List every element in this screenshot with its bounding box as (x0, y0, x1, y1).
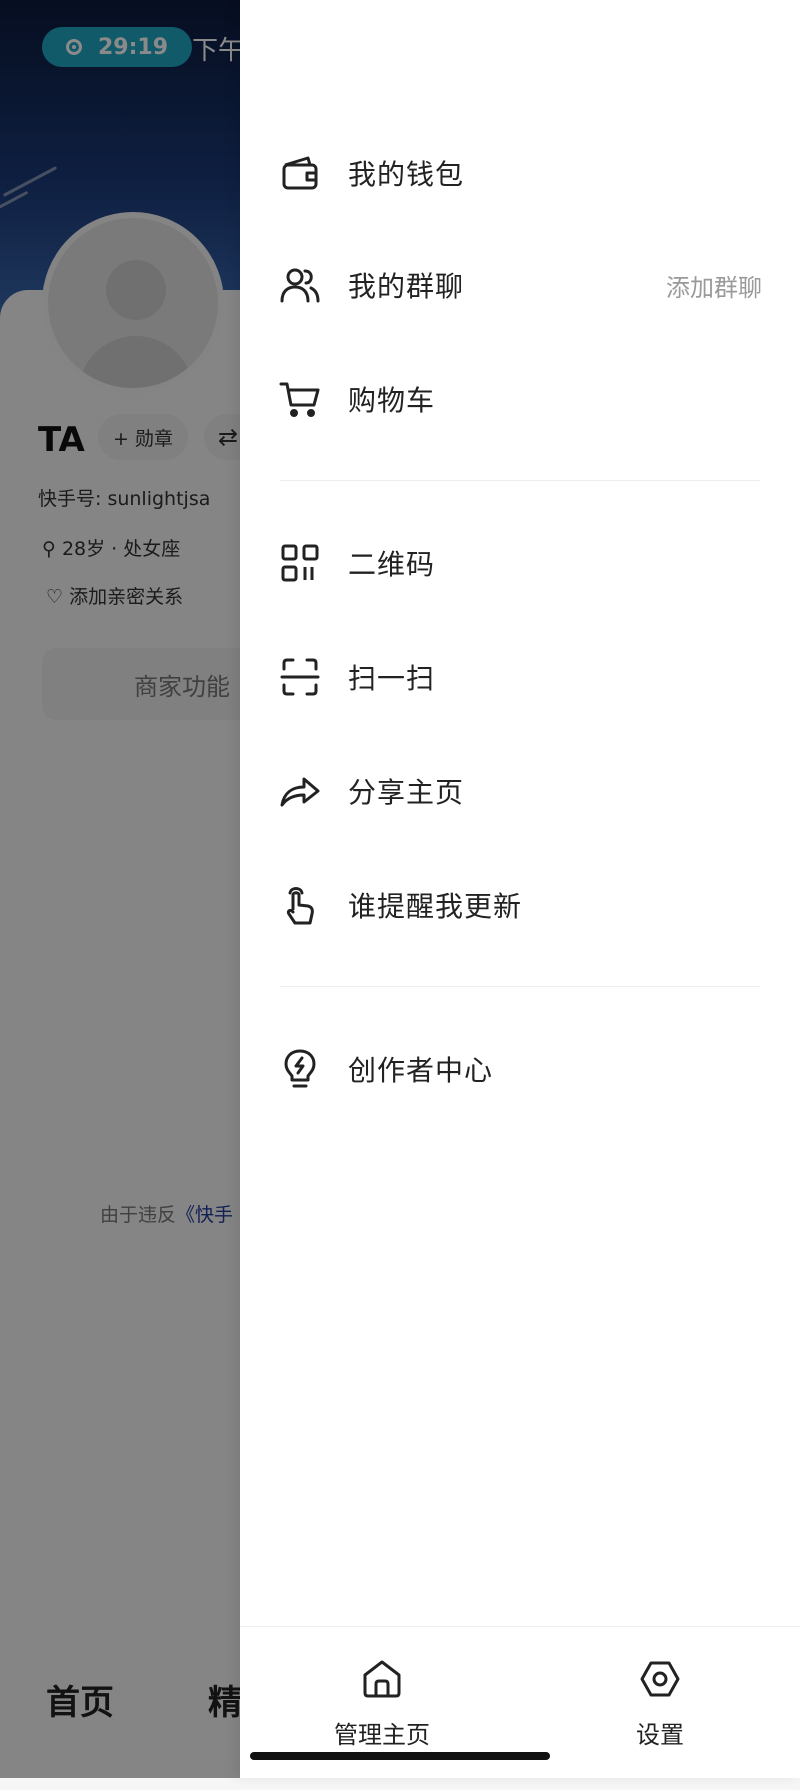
menu-item-cart[interactable]: 购物车 (240, 354, 800, 444)
menu-item-label: 谁提醒我更新 (348, 890, 523, 923)
wallet-icon (278, 151, 322, 195)
settings-icon (638, 1657, 682, 1701)
menu-item-scan[interactable]: 扫一扫 (240, 632, 800, 722)
home-icon (360, 1657, 404, 1701)
share-icon (278, 769, 322, 813)
menu-item-label: 我的群聊 (348, 270, 465, 303)
settings-label: 设置 (636, 1721, 684, 1749)
side-drawer: 我的钱包 我的群聊 添加群聊 购物车 二维码 扫一扫 分享主页 谁提醒我更新 创… (240, 0, 800, 1778)
manage-homepage-label: 管理主页 (334, 1721, 430, 1749)
menu-item-share-profile[interactable]: 分享主页 (240, 746, 800, 836)
home-indicator[interactable] (250, 1752, 550, 1760)
menu-divider (280, 480, 760, 481)
add-group-chat-link[interactable]: 添加群聊 (666, 268, 762, 303)
settings-button[interactable]: 设置 (580, 1657, 740, 1767)
manage-homepage-button[interactable]: 管理主页 (302, 1657, 462, 1767)
menu-item-label: 购物车 (348, 384, 436, 417)
cart-icon (278, 377, 322, 421)
menu-item-group-chat[interactable]: 我的群聊 添加群聊 (240, 240, 800, 330)
menu-item-creator-center[interactable]: 创作者中心 (240, 1024, 800, 1114)
menu-item-label: 扫一扫 (348, 662, 436, 695)
menu-item-label: 二维码 (348, 548, 436, 581)
menu-item-label: 创作者中心 (348, 1054, 494, 1087)
scan-icon (278, 655, 322, 699)
group-chat-icon (278, 263, 322, 307)
lightbulb-icon (278, 1047, 322, 1091)
menu-item-label: 分享主页 (348, 776, 465, 809)
menu-item-update-reminders[interactable]: 谁提醒我更新 (240, 860, 800, 950)
menu-item-wallet[interactable]: 我的钱包 (240, 128, 800, 218)
tap-hand-icon (278, 883, 322, 927)
menu-item-qr-code[interactable]: 二维码 (240, 518, 800, 608)
menu-item-label: 我的钱包 (348, 158, 465, 191)
qr-code-icon (278, 541, 322, 585)
menu-divider (280, 986, 760, 987)
